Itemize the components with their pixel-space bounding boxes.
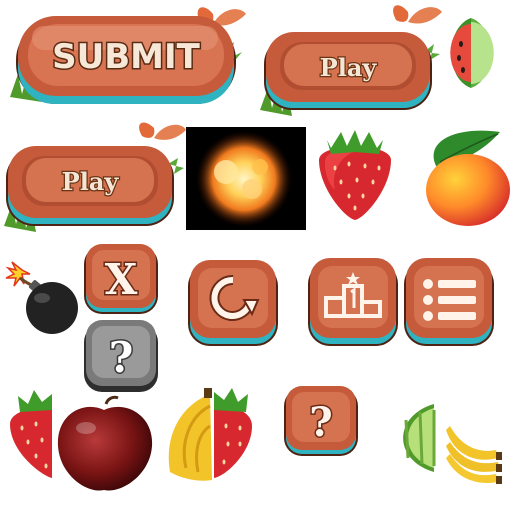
menu-list-icon — [423, 279, 476, 321]
play-button-1[interactable]: Play — [258, 0, 443, 120]
watermelon-half — [447, 14, 499, 90]
play-button-2[interactable]: Play — [2, 118, 187, 236]
leaderboard-button[interactable] — [306, 256, 400, 348]
help-icon: ? — [309, 399, 332, 446]
play-label-2: Play — [62, 167, 120, 196]
mango — [418, 126, 510, 230]
close-icon: X — [105, 255, 138, 304]
restart-button[interactable] — [186, 258, 280, 348]
help-icon-gray: ? — [109, 333, 134, 382]
help-button-disabled[interactable]: ? — [82, 318, 160, 394]
explosion-icon — [186, 127, 306, 230]
submit-button[interactable]: SUBMIT — [8, 2, 253, 117]
banana-half-2 — [444, 424, 502, 486]
strawberry-half-2 — [212, 386, 254, 482]
apple-half — [54, 394, 154, 494]
strawberry — [313, 130, 397, 224]
bomb-icon — [2, 256, 82, 336]
melon-half — [384, 400, 436, 476]
menu-button[interactable] — [402, 256, 496, 348]
help-button[interactable]: ? — [282, 384, 360, 458]
strawberry-half-1 — [6, 388, 54, 482]
submit-label: SUBMIT — [52, 37, 200, 77]
close-button[interactable]: X — [82, 242, 160, 316]
banana-half-1 — [160, 386, 214, 486]
play-label-1: Play — [320, 53, 378, 82]
